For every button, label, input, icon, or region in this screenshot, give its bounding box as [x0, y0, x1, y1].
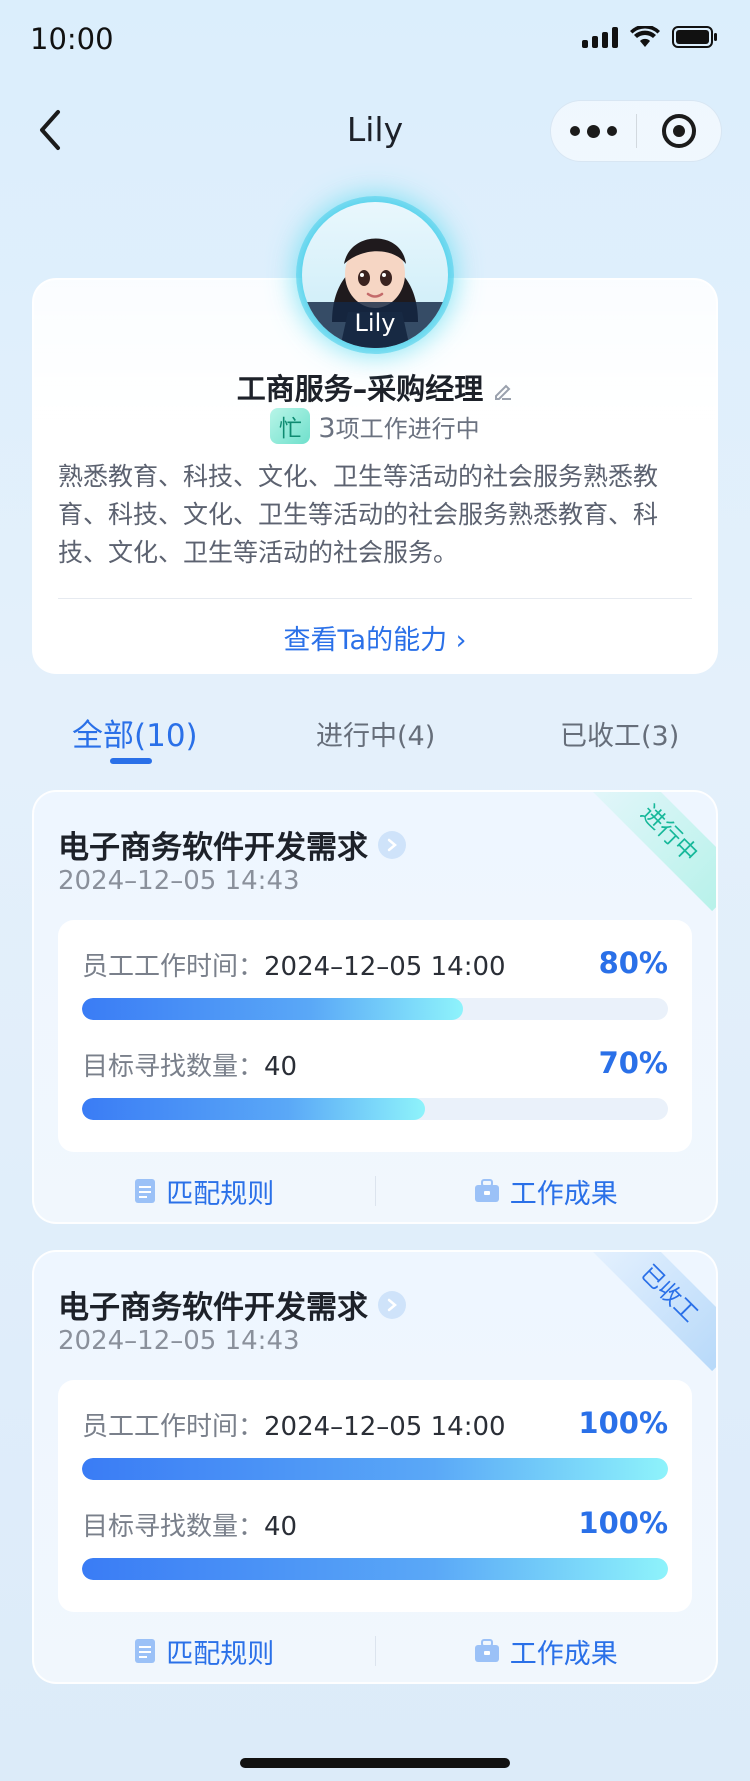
status-bar: 10:00	[0, 0, 750, 80]
work-results-label: 工作成果	[509, 1178, 618, 1210]
progress-fill	[82, 1558, 668, 1580]
task-title-text: 电子商务软件开发需求	[58, 830, 368, 866]
avatar[interactable]: Lily	[296, 196, 454, 354]
document-icon	[135, 1179, 156, 1203]
progress-label-text: 员工工作时间：	[82, 952, 265, 982]
profile-description: 熟悉教育、科技、文化、卫生等活动的社会服务熟悉教育、科技、文化、卫生等活动的社会…	[58, 462, 659, 567]
progress-value: 2024–12–05 14:00	[264, 952, 506, 982]
progress-percent: 70%	[598, 1046, 668, 1080]
match-rules-button[interactable]: 匹配规则	[34, 1632, 375, 1671]
match-rules-button[interactable]: 匹配规则	[34, 1172, 375, 1211]
task-title: 电子商务软件开发需求	[58, 1282, 406, 1327]
more-dot-right	[606, 126, 617, 136]
more-dot-center	[586, 124, 600, 138]
chevron-right-icon[interactable]	[378, 830, 406, 859]
progress-fill	[82, 1458, 668, 1480]
progress-fill	[82, 1098, 425, 1120]
signal-icon	[582, 26, 618, 48]
status-ribbon: 已收工	[591, 1252, 716, 1372]
progress-bar	[82, 1558, 668, 1580]
progress-bar	[82, 998, 668, 1020]
progress-row-target-count: 目标寻找数量：40 70%	[82, 1046, 668, 1120]
task-actions: 匹配规则 工作成果	[34, 1626, 716, 1676]
tab-indicator	[110, 758, 152, 764]
task-title: 电子商务软件开发需求	[58, 822, 406, 867]
status-time: 10:00	[30, 22, 114, 56]
progress-value: 40	[264, 1052, 298, 1082]
progress-panel: 员工工作时间：2024–12–05 14:00 100% 目标寻找数量：40 1…	[58, 1380, 692, 1612]
status-icons	[582, 26, 718, 48]
more-dots-icon	[569, 126, 580, 136]
divider	[58, 598, 692, 599]
progress-percent: 100%	[578, 1406, 668, 1440]
progress-label: 目标寻找数量：40	[82, 1046, 668, 1083]
progress-label-text: 目标寻找数量：	[82, 1512, 265, 1542]
chevron-right-icon[interactable]	[378, 1290, 406, 1319]
work-results-button[interactable]: 工作成果	[376, 1632, 717, 1671]
status-ribbon: 进行中	[591, 792, 716, 912]
progress-bar	[82, 1098, 668, 1120]
progress-row-work-time: 员工工作时间：2024–12–05 14:00 100%	[82, 1406, 668, 1480]
busy-text: 3项工作进行中	[318, 409, 479, 444]
work-results-label: 工作成果	[509, 1638, 618, 1670]
more-button[interactable]	[551, 100, 636, 162]
task-title-text: 电子商务软件开发需求	[58, 1290, 368, 1326]
home-indicator	[240, 1758, 510, 1768]
progress-percent: 100%	[578, 1506, 668, 1540]
match-rules-label: 匹配规则	[166, 1178, 275, 1210]
tab-all[interactable]: 全部(10)	[72, 710, 198, 755]
progress-row-work-time: 员工工作时间：2024–12–05 14:00 80%	[82, 946, 668, 1020]
progress-bar	[82, 1458, 668, 1480]
match-rules-label: 匹配规则	[166, 1638, 275, 1670]
briefcase-icon	[474, 1639, 499, 1662]
document-icon	[135, 1639, 156, 1663]
tab-finished[interactable]: 已收工(3)	[560, 714, 679, 753]
progress-percent: 80%	[598, 946, 668, 980]
progress-value: 40	[264, 1512, 298, 1542]
task-card[interactable]: 已收工 电子商务软件开发需求 2024–12–05 14:43 员工工作时间：2…	[32, 1250, 718, 1684]
wifi-icon	[630, 26, 660, 48]
role-text: 工商服务–采购经理	[236, 372, 484, 406]
target-icon	[661, 114, 696, 148]
role-title: 工商服务–采购经理	[34, 366, 716, 408]
task-actions: 匹配规则 工作成果	[34, 1166, 716, 1216]
close-miniprogram-button[interactable]	[637, 100, 722, 162]
task-date: 2024–12–05 14:43	[58, 1326, 300, 1356]
work-results-button[interactable]: 工作成果	[376, 1172, 717, 1211]
edit-icon[interactable]	[493, 374, 513, 408]
progress-label-text: 员工工作时间：	[82, 1412, 265, 1442]
battery-icon	[672, 26, 718, 48]
progress-value: 2024–12–05 14:00	[264, 1412, 506, 1442]
progress-fill	[82, 998, 463, 1020]
view-ability-link[interactable]: 查看Ta的能力 ›	[34, 618, 716, 657]
avatar-image: Lily	[302, 202, 448, 348]
tab-in-progress[interactable]: 进行中(4)	[316, 714, 435, 753]
busy-label: 项工作进行中	[335, 414, 480, 443]
progress-label-text: 目标寻找数量：	[82, 1052, 265, 1082]
busy-count: 3	[318, 412, 336, 444]
filter-tabs: 全部(10) 进行中(4) 已收工(3)	[0, 706, 750, 776]
progress-panel: 员工工作时间：2024–12–05 14:00 80% 目标寻找数量：40 70…	[58, 920, 692, 1152]
busy-status: 忙 3项工作进行中	[34, 408, 716, 444]
progress-label: 员工工作时间：2024–12–05 14:00	[82, 946, 668, 983]
progress-row-target-count: 目标寻找数量：40 100%	[82, 1506, 668, 1580]
briefcase-icon	[474, 1179, 499, 1202]
busy-badge: 忙	[270, 408, 311, 444]
mini-program-capsule	[550, 100, 722, 162]
nav-bar: Lily	[0, 90, 750, 170]
avatar-name: Lily	[302, 302, 448, 348]
task-date: 2024–12–05 14:43	[58, 866, 300, 896]
task-card[interactable]: 进行中 电子商务软件开发需求 2024–12–05 14:43 员工工作时间：2…	[32, 790, 718, 1224]
